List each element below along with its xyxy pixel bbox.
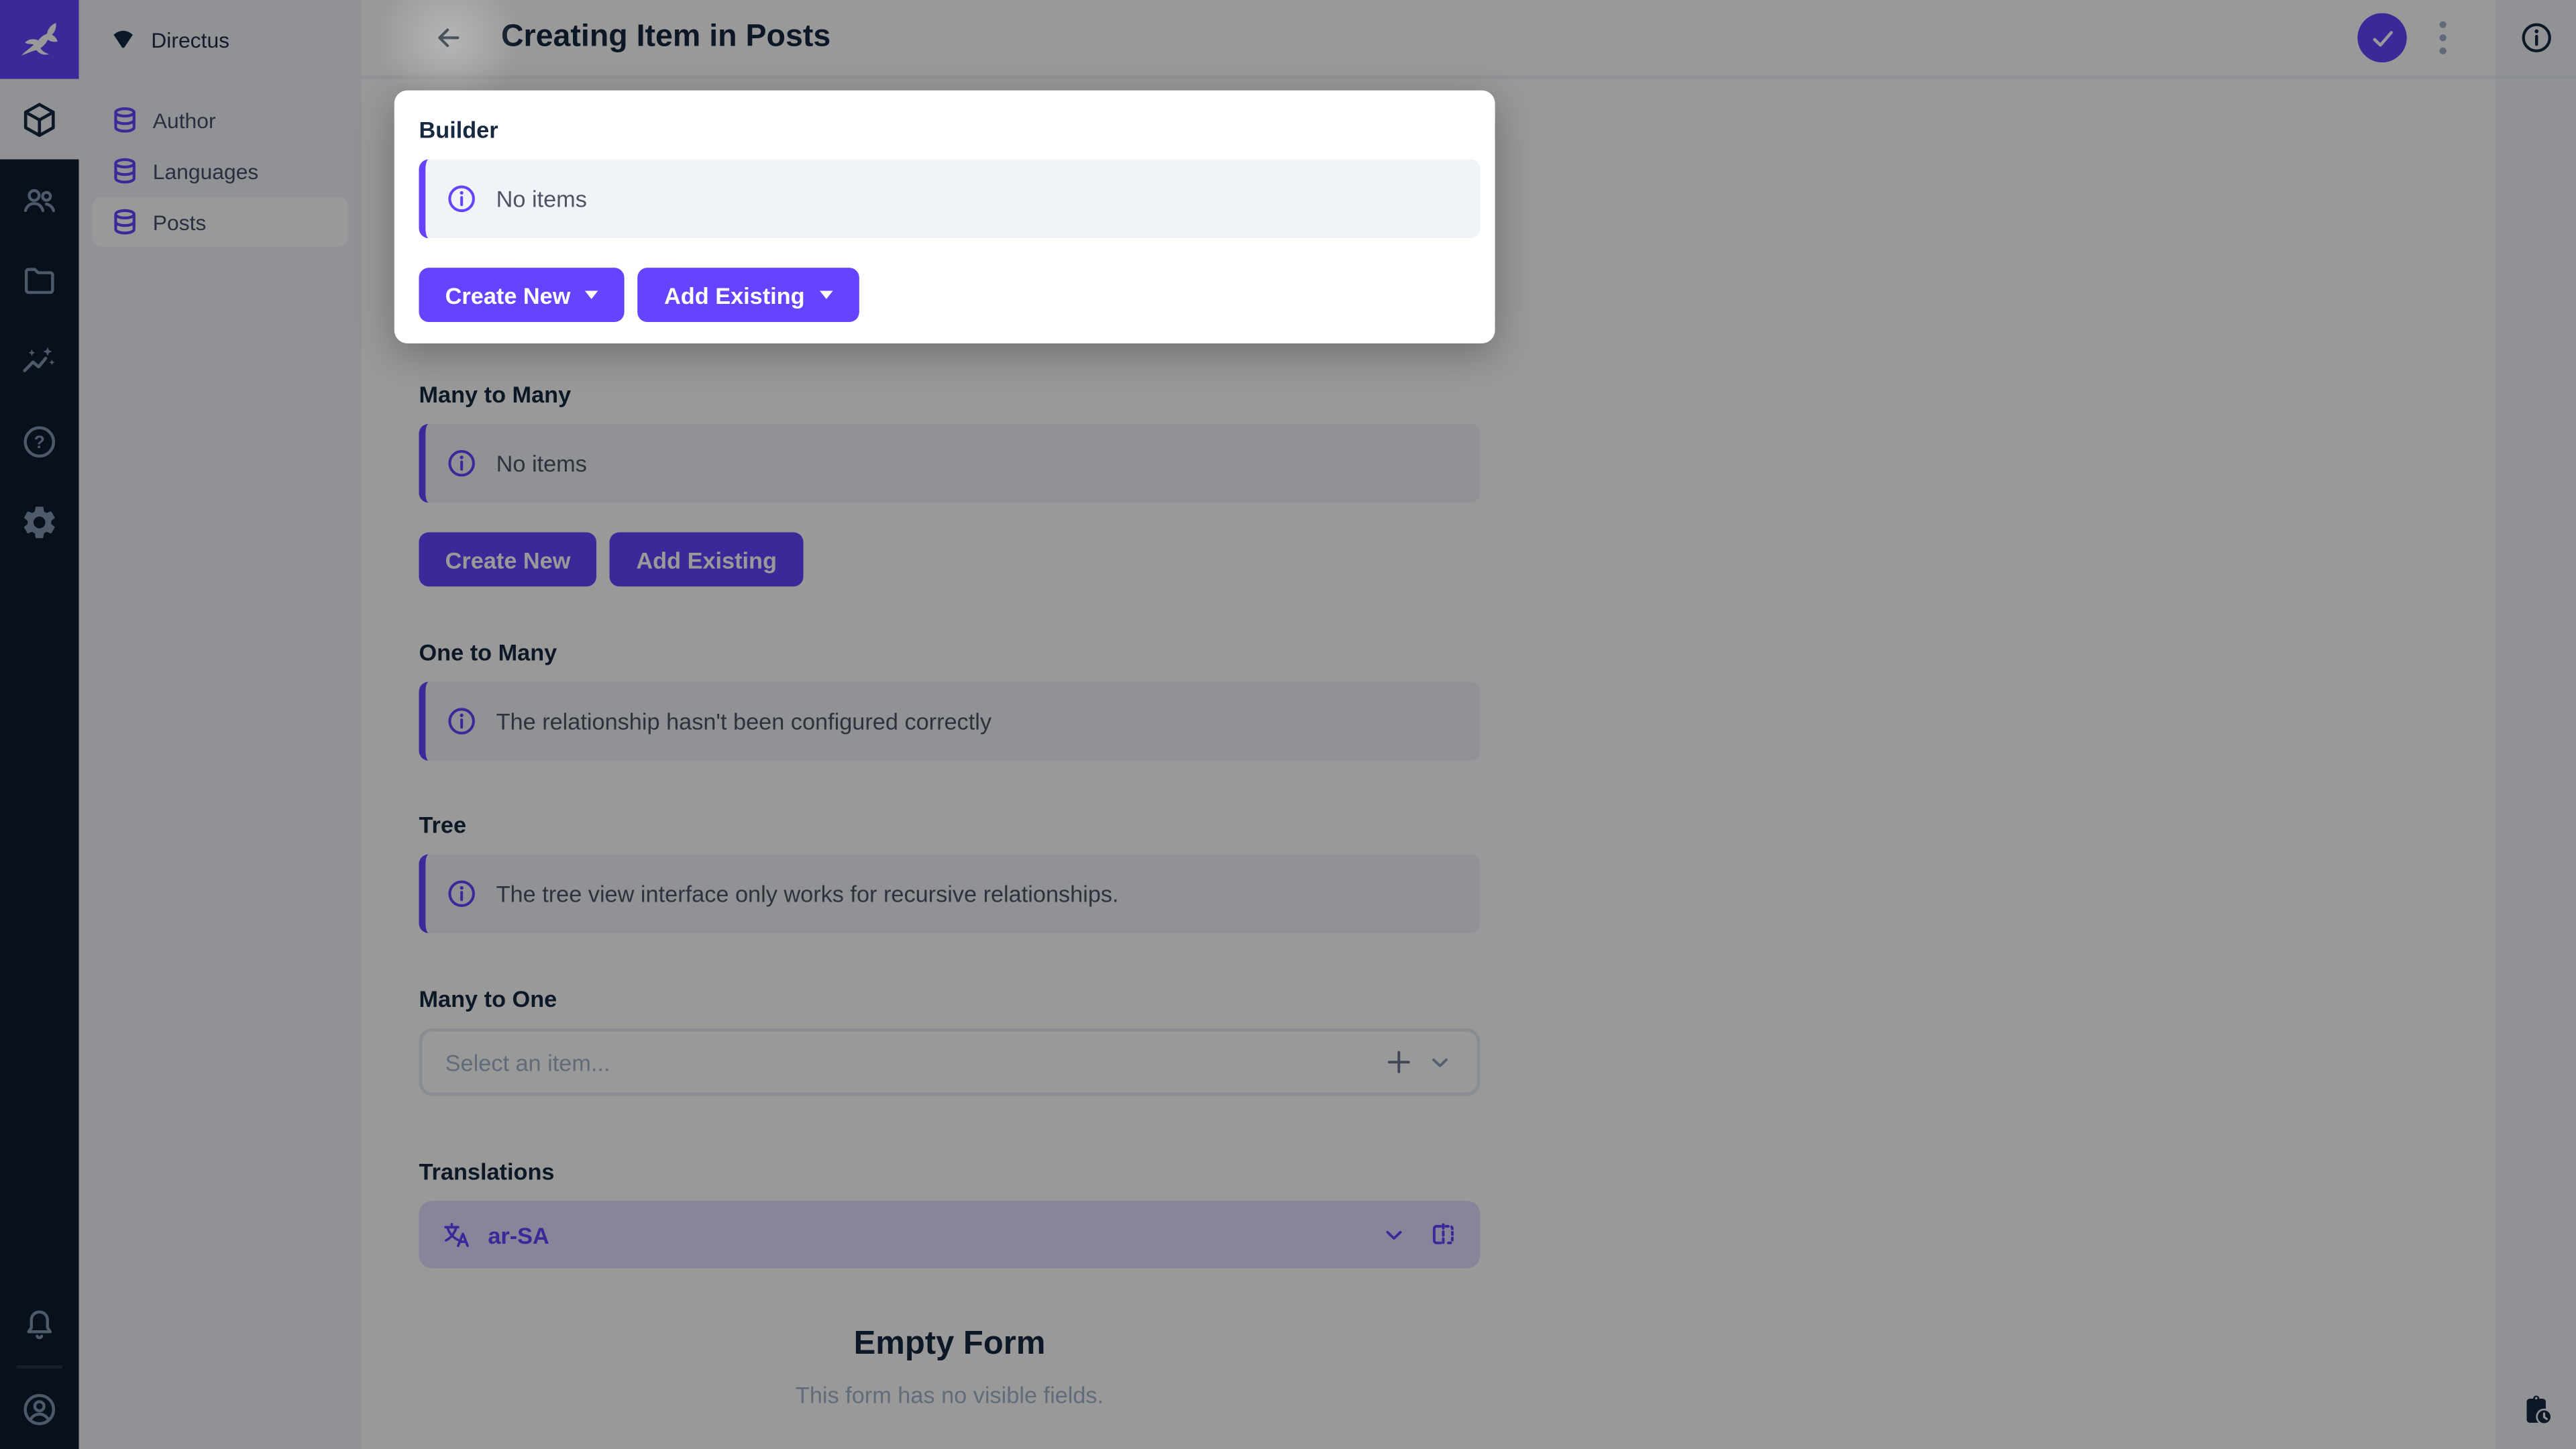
notice-text: No items — [496, 186, 587, 212]
info-icon — [445, 182, 478, 215]
builder-actions: Create New Add Existing — [419, 268, 1480, 322]
field-label-builder: Builder — [419, 117, 1480, 143]
button-label: Add Existing — [664, 282, 805, 308]
dropdown-caret-icon — [820, 290, 833, 299]
directus-app: ? — [0, 0, 2576, 1449]
notice: No items — [419, 160, 1480, 239]
add-existing-button[interactable]: Add Existing — [638, 268, 859, 322]
create-new-button[interactable]: Create New — [419, 268, 625, 322]
builder-field-card: Builder No items Create New — [394, 91, 1495, 343]
button-label: Create New — [445, 282, 571, 308]
dropdown-caret-icon — [585, 290, 598, 299]
